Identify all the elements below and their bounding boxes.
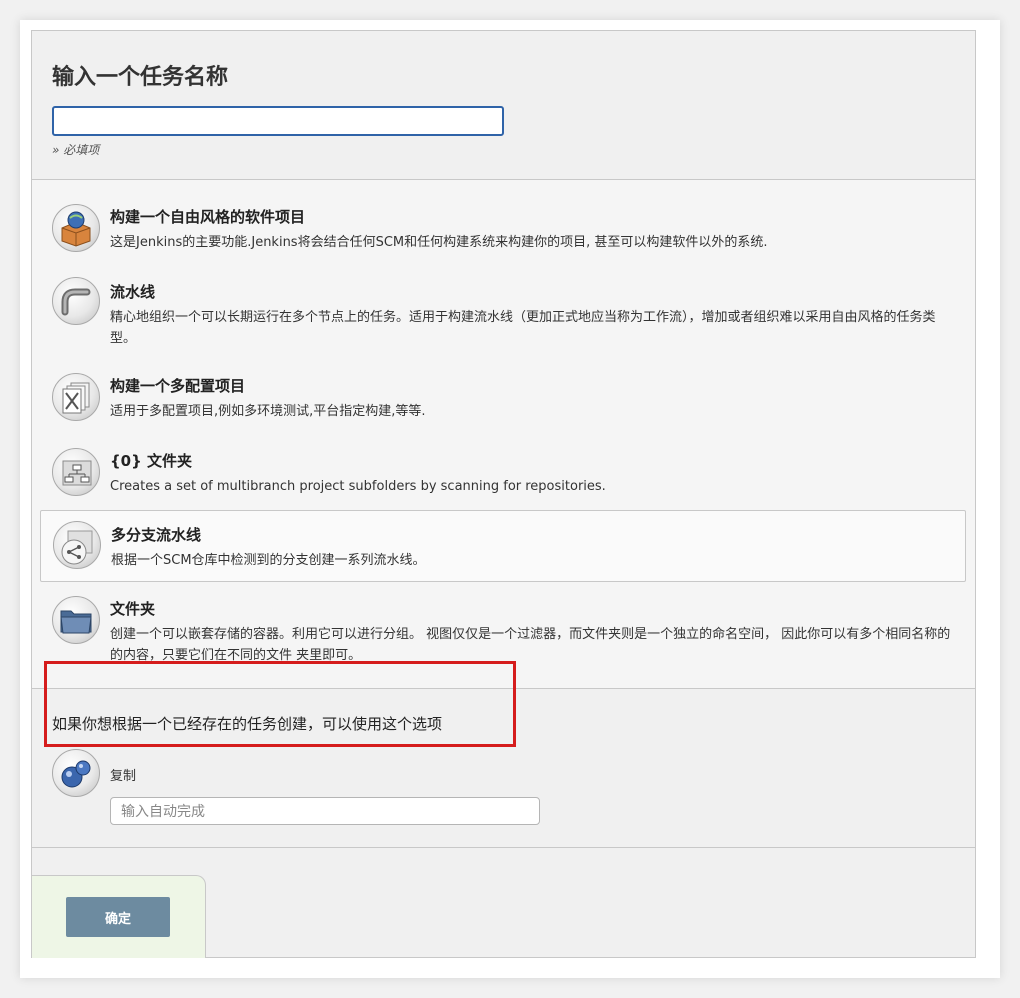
job-type-title: {0} 文件夹 [110,452,193,470]
job-type-description: 这是Jenkins的主要功能.Jenkins将会结合任何SCM和任何构建系统来构… [110,235,768,250]
new-item-panel: 输入一个任务名称 » 必填项 构建一个自由风格的软件项目 这是Jenkins的主 [31,30,976,958]
job-type-description: 创建一个可以嵌套存储的容器。利用它可以进行分组。 视图仅仅是一个过滤器，而文件夹… [110,627,951,663]
job-type-description: 精心地组织一个可以长期运行在多个节点上的任务。适用于构建流水线（更加正式地应当称… [110,310,936,346]
folder-icon [52,596,100,644]
job-type-description: 适用于多配置项目,例如多环境测试,平台指定构建,等等. [110,404,426,419]
item-name-input[interactable] [52,106,504,136]
ok-button[interactable]: 确定 [66,897,170,937]
job-type-multibranch-pipeline[interactable]: 多分支流水线 根据一个SCM仓库中检测到的分支创建一系列流水线。 [40,510,966,582]
freestyle-project-icon [52,204,100,252]
multibranch-pipeline-icon [53,521,101,569]
organization-folder-icon [52,448,100,496]
job-type-title: 构建一个多配置项目 [110,377,246,395]
job-type-title: 流水线 [110,283,156,301]
copy-icon [52,749,100,797]
job-type-title: 构建一个自由风格的软件项目 [110,208,306,226]
job-type-multi-configuration[interactable]: 构建一个多配置项目 适用于多配置项目,例如多环境测试,平台指定构建,等等. [40,369,964,429]
copy-from-input[interactable] [110,797,540,825]
copy-from-section: 如果你想根据一个已经存在的任务创建，可以使用这个选项 复制 [32,689,975,848]
job-type-description: 根据一个SCM仓库中检测到的分支创建一系列流水线。 [111,553,426,568]
pipeline-icon [52,277,100,325]
copy-option-label: 复制 [110,769,137,784]
job-type-pipeline[interactable]: 流水线 精心地组织一个可以长期运行在多个节点上的任务。适用于构建流水线（更加正式… [40,275,964,355]
job-type-freestyle[interactable]: 构建一个自由风格的软件项目 这是Jenkins的主要功能.Jenkins将会结合… [40,200,964,260]
job-type-list: 构建一个自由风格的软件项目 这是Jenkins的主要功能.Jenkins将会结合… [32,180,975,747]
copy-section-label: 如果你想根据一个已经存在的任务创建，可以使用这个选项 [52,715,443,733]
new-item-card: 输入一个任务名称 » 必填项 构建一个自由风格的软件项目 这是Jenkins的主 [20,20,1000,978]
job-type-organization-folder[interactable]: {0} 文件夹 Creates a set of multibranch pro… [40,444,964,504]
item-name-section: 输入一个任务名称 » 必填项 [32,31,975,180]
job-type-title: 多分支流水线 [111,526,202,544]
page-title: 输入一个任务名称 [52,65,229,90]
job-type-folder[interactable]: 文件夹 创建一个可以嵌套存储的容器。利用它可以进行分组。 视图仅仅是一个过滤器，… [40,592,964,672]
job-type-title: 文件夹 [110,600,156,618]
job-type-description: Creates a set of multibranch project sub… [110,479,606,494]
form-footer: 确定 [32,875,206,958]
required-hint: » 必填项 [52,143,100,157]
multi-configuration-icon [52,373,100,421]
